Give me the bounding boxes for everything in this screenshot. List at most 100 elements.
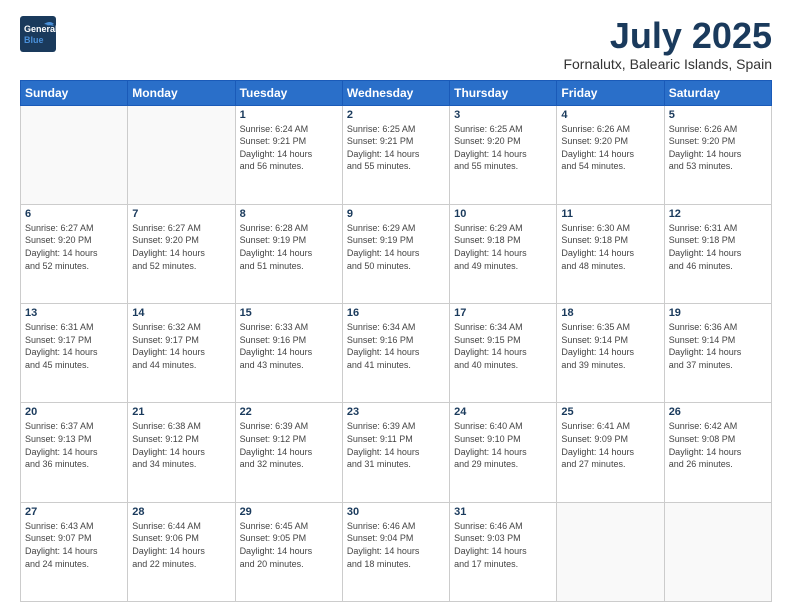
calendar-cell: 8 Sunrise: 6:28 AM Sunset: 9:19 PM Daylig… [235,204,342,303]
day-number: 5 [669,109,767,121]
day-number: 27 [25,506,123,518]
logo-icon: General Blue [20,16,56,52]
day-number: 25 [561,406,659,418]
day-number: 28 [132,506,230,518]
day-number: 29 [240,506,338,518]
calendar-cell [128,105,235,204]
svg-text:General: General [24,24,56,34]
day-number: 18 [561,307,659,319]
day-info: Sunrise: 6:45 AM Sunset: 9:05 PM Dayligh… [240,520,338,570]
logo: General Blue [20,16,56,52]
calendar-cell [557,502,664,601]
day-info: Sunrise: 6:46 AM Sunset: 9:03 PM Dayligh… [454,520,552,570]
calendar-cell: 22Sunrise: 6:39 AM Sunset: 9:12 PM Dayli… [235,403,342,502]
location-title: Fornalutx, Balearic Islands, Spain [563,56,772,72]
day-number: 31 [454,506,552,518]
calendar-week-row: 6 Sunrise: 6:27 AM Sunset: 9:20 PM Daylig… [21,204,772,303]
weekday-header: Wednesday [342,80,449,105]
calendar-cell: 1 Sunrise: 6:24 AM Sunset: 9:21 PM Daylig… [235,105,342,204]
day-number: 8 [240,208,338,220]
calendar-cell: 25Sunrise: 6:41 AM Sunset: 9:09 PM Dayli… [557,403,664,502]
day-number: 19 [669,307,767,319]
day-info: Sunrise: 6:27 AM Sunset: 9:20 PM Dayligh… [25,222,123,272]
calendar-cell: 7 Sunrise: 6:27 AM Sunset: 9:20 PM Daylig… [128,204,235,303]
day-number: 26 [669,406,767,418]
calendar-cell: 30 Sunrise: 6:46 AM Sunset: 9:04 PM Dayli… [342,502,449,601]
day-info: Sunrise: 6:43 AM Sunset: 9:07 PM Dayligh… [25,520,123,570]
day-number: 3 [454,109,552,121]
calendar-week-row: 27 Sunrise: 6:43 AM Sunset: 9:07 PM Dayli… [21,502,772,601]
day-info: Sunrise: 6:24 AM Sunset: 9:21 PM Dayligh… [240,123,338,173]
day-number: 11 [561,208,659,220]
day-info: Sunrise: 6:33 AM Sunset: 9:16 PM Dayligh… [240,321,338,371]
calendar-week-row: 13 Sunrise: 6:31 AM Sunset: 9:17 PM Dayli… [21,304,772,403]
day-number: 24 [454,406,552,418]
day-info: Sunrise: 6:32 AM Sunset: 9:17 PM Dayligh… [132,321,230,371]
calendar-cell: 16 Sunrise: 6:34 AM Sunset: 9:16 PM Dayli… [342,304,449,403]
day-info: Sunrise: 6:27 AM Sunset: 9:20 PM Dayligh… [132,222,230,272]
day-info: Sunrise: 6:34 AM Sunset: 9:15 PM Dayligh… [454,321,552,371]
day-info: Sunrise: 6:26 AM Sunset: 9:20 PM Dayligh… [669,123,767,173]
calendar-cell [664,502,771,601]
svg-text:Blue: Blue [24,35,44,45]
day-number: 14 [132,307,230,319]
month-title: July 2025 [563,16,772,56]
day-number: 16 [347,307,445,319]
calendar-cell: 20Sunrise: 6:37 AM Sunset: 9:13 PM Dayli… [21,403,128,502]
day-info: Sunrise: 6:31 AM Sunset: 9:17 PM Dayligh… [25,321,123,371]
calendar-cell: 5 Sunrise: 6:26 AM Sunset: 9:20 PM Daylig… [664,105,771,204]
header-row: SundayMondayTuesdayWednesdayThursdayFrid… [21,80,772,105]
title-block: July 2025 Fornalutx, Balearic Islands, S… [563,16,772,72]
weekday-header: Monday [128,80,235,105]
weekday-header: Tuesday [235,80,342,105]
calendar-cell: 12 Sunrise: 6:31 AM Sunset: 9:18 PM Dayli… [664,204,771,303]
day-info: Sunrise: 6:40 AM Sunset: 9:10 PM Dayligh… [454,420,552,470]
day-number: 15 [240,307,338,319]
day-info: Sunrise: 6:35 AM Sunset: 9:14 PM Dayligh… [561,321,659,371]
day-number: 1 [240,109,338,121]
calendar-cell: 11 Sunrise: 6:30 AM Sunset: 9:18 PM Dayli… [557,204,664,303]
day-info: Sunrise: 6:29 AM Sunset: 9:19 PM Dayligh… [347,222,445,272]
header: General Blue July 2025 Fornalutx, Balear… [20,16,772,72]
day-info: Sunrise: 6:37 AM Sunset: 9:13 PM Dayligh… [25,420,123,470]
calendar-table: SundayMondayTuesdayWednesdayThursdayFrid… [20,80,772,602]
day-info: Sunrise: 6:34 AM Sunset: 9:16 PM Dayligh… [347,321,445,371]
day-number: 9 [347,208,445,220]
calendar-cell: 15 Sunrise: 6:33 AM Sunset: 9:16 PM Dayli… [235,304,342,403]
calendar-cell: 31 Sunrise: 6:46 AM Sunset: 9:03 PM Dayli… [450,502,557,601]
calendar-cell: 6 Sunrise: 6:27 AM Sunset: 9:20 PM Daylig… [21,204,128,303]
calendar-cell: 21Sunrise: 6:38 AM Sunset: 9:12 PM Dayli… [128,403,235,502]
calendar-cell: 4Sunrise: 6:26 AM Sunset: 9:20 PM Daylig… [557,105,664,204]
day-number: 30 [347,506,445,518]
day-info: Sunrise: 6:25 AM Sunset: 9:20 PM Dayligh… [454,123,552,173]
day-info: Sunrise: 6:28 AM Sunset: 9:19 PM Dayligh… [240,222,338,272]
day-info: Sunrise: 6:42 AM Sunset: 9:08 PM Dayligh… [669,420,767,470]
day-info: Sunrise: 6:44 AM Sunset: 9:06 PM Dayligh… [132,520,230,570]
calendar-cell: 19 Sunrise: 6:36 AM Sunset: 9:14 PM Dayli… [664,304,771,403]
day-number: 7 [132,208,230,220]
calendar-week-row: 20Sunrise: 6:37 AM Sunset: 9:13 PM Dayli… [21,403,772,502]
day-number: 12 [669,208,767,220]
day-info: Sunrise: 6:36 AM Sunset: 9:14 PM Dayligh… [669,321,767,371]
day-info: Sunrise: 6:38 AM Sunset: 9:12 PM Dayligh… [132,420,230,470]
calendar-cell: 26 Sunrise: 6:42 AM Sunset: 9:08 PM Dayli… [664,403,771,502]
calendar-cell: 13 Sunrise: 6:31 AM Sunset: 9:17 PM Dayli… [21,304,128,403]
day-number: 6 [25,208,123,220]
day-info: Sunrise: 6:30 AM Sunset: 9:18 PM Dayligh… [561,222,659,272]
calendar-cell [21,105,128,204]
day-number: 13 [25,307,123,319]
day-number: 4 [561,109,659,121]
calendar-cell: 2 Sunrise: 6:25 AM Sunset: 9:21 PM Daylig… [342,105,449,204]
day-info: Sunrise: 6:46 AM Sunset: 9:04 PM Dayligh… [347,520,445,570]
calendar-cell: 10Sunrise: 6:29 AM Sunset: 9:18 PM Dayli… [450,204,557,303]
day-number: 10 [454,208,552,220]
calendar-cell: 9 Sunrise: 6:29 AM Sunset: 9:19 PM Daylig… [342,204,449,303]
day-number: 2 [347,109,445,121]
weekday-header: Thursday [450,80,557,105]
day-info: Sunrise: 6:31 AM Sunset: 9:18 PM Dayligh… [669,222,767,272]
calendar-cell: 29 Sunrise: 6:45 AM Sunset: 9:05 PM Dayli… [235,502,342,601]
day-info: Sunrise: 6:39 AM Sunset: 9:12 PM Dayligh… [240,420,338,470]
calendar-cell: 23Sunrise: 6:39 AM Sunset: 9:11 PM Dayli… [342,403,449,502]
calendar-cell: 18 Sunrise: 6:35 AM Sunset: 9:14 PM Dayli… [557,304,664,403]
day-info: Sunrise: 6:25 AM Sunset: 9:21 PM Dayligh… [347,123,445,173]
